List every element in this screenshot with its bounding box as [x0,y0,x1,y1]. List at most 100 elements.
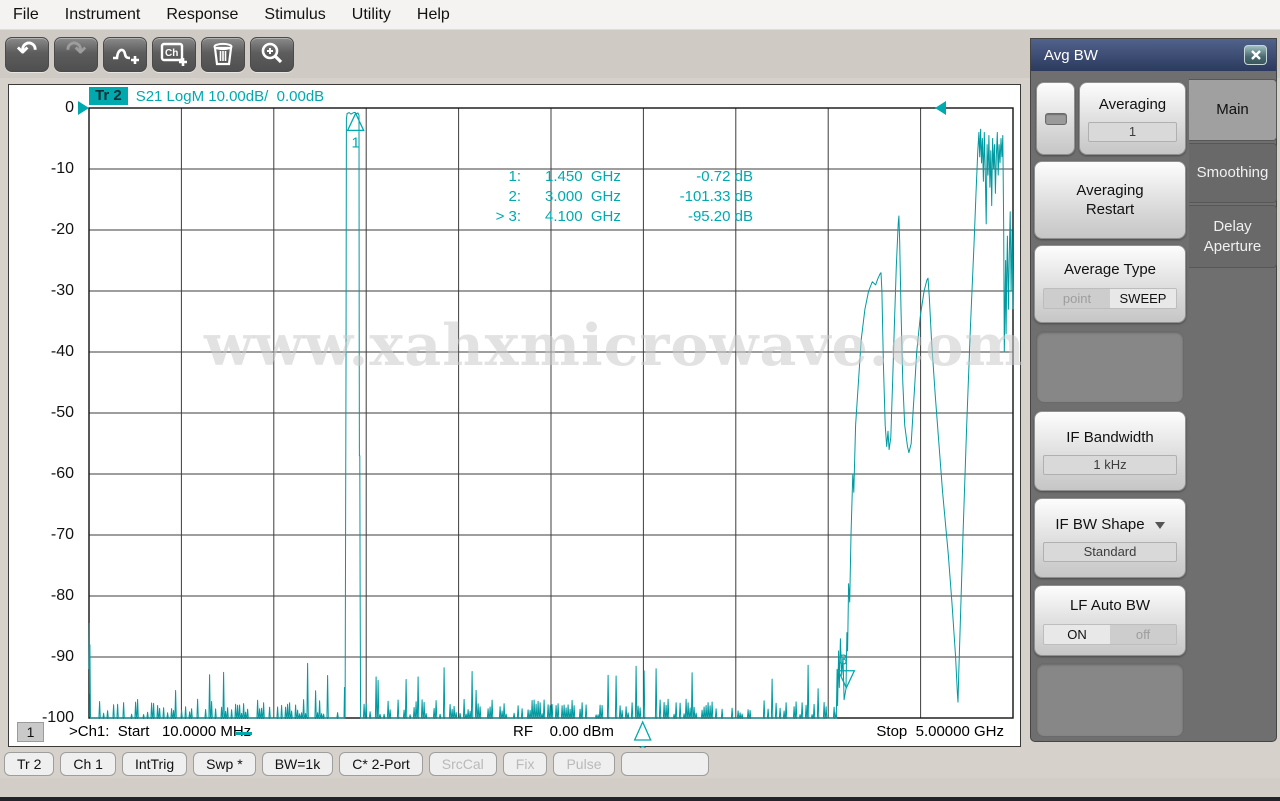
svg-text:Ch: Ch [165,48,178,59]
add-channel-button[interactable]: Ch [152,37,196,72]
menu-item-file[interactable]: File [0,2,52,28]
blank-softkey-2 [1036,663,1184,737]
status-button-ch-1[interactable]: Ch 1 [60,752,116,776]
if-bw-shape-value: Standard [1043,542,1177,562]
average-type-option-sweep[interactable]: SWEEP [1110,289,1176,308]
lf-auto-bw-option-on[interactable]: ON [1044,625,1110,644]
averaging-button[interactable]: Averaging 1 [1079,82,1186,155]
panel-title-bar[interactable]: Avg BW [1031,39,1276,71]
lf-auto-bw-toggle[interactable]: ON off [1043,624,1177,645]
averaging-led-indicator [1045,113,1067,125]
if-bandwidth-button[interactable]: IF Bandwidth 1 kHz [1034,411,1186,491]
averaging-restart-label: Averaging Restart [1076,181,1143,219]
status-button-swp-[interactable]: Swp * [193,752,256,776]
trace-format-label: S21 LogM 10.00dB/ 0.00dB [136,88,324,105]
y-axis-tick-label: -30 [14,282,74,300]
add-trace-button[interactable] [103,37,147,72]
redo-button[interactable]: ↷ [54,37,98,72]
averaging-value: 1 [1088,122,1177,142]
bottom-edge [0,797,1280,801]
status-button-fix[interactable]: Fix [503,752,548,776]
menu-item-response[interactable]: Response [153,2,251,28]
status-button-pulse[interactable]: Pulse [553,752,614,776]
lf-auto-bw-option-off[interactable]: off [1110,625,1176,644]
panel-close-button[interactable] [1244,45,1267,65]
close-icon [1250,49,1262,61]
if-bandwidth-value: 1 kHz [1043,455,1177,475]
status-button-empty[interactable] [621,752,709,776]
channel-start-label: >Ch1: Start 10.0000 MHz [69,723,251,740]
marker-readout-row: 2:3.000 GHz-101.33 dB [427,187,753,207]
bottom-strip [0,778,1280,797]
menu-item-instrument[interactable]: Instrument [52,2,154,28]
marker-3-label: 3 [839,652,847,669]
y-axis-tick-label: -40 [14,343,74,361]
tab-main[interactable]: Main [1189,79,1277,141]
marker-val: -95.20 dB [643,207,753,227]
trace-header: Tr 2 S21 LogM 10.00dB/ 0.00dB [89,87,324,105]
add-trace-icon [110,42,140,66]
lf-auto-bw-label: LF Auto BW [1070,596,1150,615]
y-axis-tick-label: -70 [14,526,74,544]
menu-bar: FileInstrumentResponseStimulusUtilityHel… [0,0,1280,30]
tab-smoothing[interactable]: Smoothing [1189,143,1277,203]
y-axis-tick-label: -50 [14,404,74,422]
reference-level-arrow-left [78,101,89,115]
softkey-panel: Avg BW Averaging 1 Averaging Restart Ave… [1030,38,1277,742]
averaging-label: Averaging [1099,95,1166,114]
average-type-label: Average Type [1064,260,1156,279]
marker-1-triangle[interactable] [348,113,364,130]
status-button-tr-2[interactable]: Tr 2 [4,752,54,776]
averaging-toggle-button[interactable] [1036,82,1075,155]
marker-readout-table: 1:1.450 GHz-0.72 dB2:3.000 GHz-101.33 dB… [427,167,753,227]
undo-button[interactable]: ↶ [5,37,49,72]
average-type-option-point[interactable]: point [1044,289,1110,308]
averaging-restart-button[interactable]: Averaging Restart [1034,161,1186,239]
chart-window: 1 2 3 Tr 2 S21 LogM 10.00dB/ 0.00dB 1:1.45… [8,84,1021,747]
y-axis-tick-label: -90 [14,648,74,666]
add-channel-icon: Ch [159,41,189,67]
y-axis-tick-label: 0 [14,99,74,117]
y-axis-tick-label: -100 [14,709,74,727]
marker-1-label: 1 [351,134,359,151]
status-button-srccal[interactable]: SrcCal [429,752,497,776]
if-bandwidth-label: IF Bandwidth [1066,428,1154,447]
marker-2-triangle[interactable] [635,722,651,740]
y-axis-tick-label: -10 [14,160,74,178]
average-type-button[interactable]: Average Type point SWEEP [1034,245,1186,323]
trace-color-dash [235,732,252,735]
marker-val: -101.33 dB [643,187,753,207]
reference-level-arrow-right [935,101,946,115]
lf-auto-bw-button[interactable]: LF Auto BW ON off [1034,585,1186,656]
menu-item-stimulus[interactable]: Stimulus [251,2,338,28]
menu-item-help[interactable]: Help [404,2,463,28]
average-type-toggle[interactable]: point SWEEP [1043,288,1177,309]
marker-freq: 4.100 GHz [521,207,643,227]
delete-icon [210,41,236,67]
marker-readout-row: > 3:4.100 GHz-95.20 dB [427,207,753,227]
panel-title: Avg BW [1044,47,1098,64]
zoom-button[interactable] [250,37,294,72]
y-axis-tick-label: -60 [14,465,74,483]
status-button-bw-1k[interactable]: BW=1k [262,752,334,776]
marker-readout-row: 1:1.450 GHz-0.72 dB [427,167,753,187]
y-axis-tick-label: -20 [14,221,74,239]
status-button-c-2-port[interactable]: C* 2-Port [339,752,423,776]
redo-icon: ↷ [66,39,86,63]
delete-trace-button[interactable] [201,37,245,72]
undo-icon: ↶ [17,39,37,63]
blank-softkey-1 [1036,331,1184,403]
chevron-down-icon [1155,522,1165,529]
tab-delay-aperture[interactable]: Delay Aperture [1189,205,1277,268]
y-axis-tick-label: -80 [14,587,74,605]
rf-power-label: RF 0.00 dBm [513,723,614,740]
trace-badge[interactable]: Tr 2 [89,87,128,105]
marker-2-label: 2 [638,743,646,748]
status-button-inttrig[interactable]: IntTrig [122,752,187,776]
zoom-icon [259,41,285,67]
if-bw-shape-button[interactable]: IF BW Shape Standard [1034,498,1186,578]
if-bw-shape-label: IF BW Shape [1055,515,1164,534]
marker-id: > 3: [427,207,521,227]
menu-item-utility[interactable]: Utility [339,2,404,28]
marker-id: 2: [427,187,521,207]
